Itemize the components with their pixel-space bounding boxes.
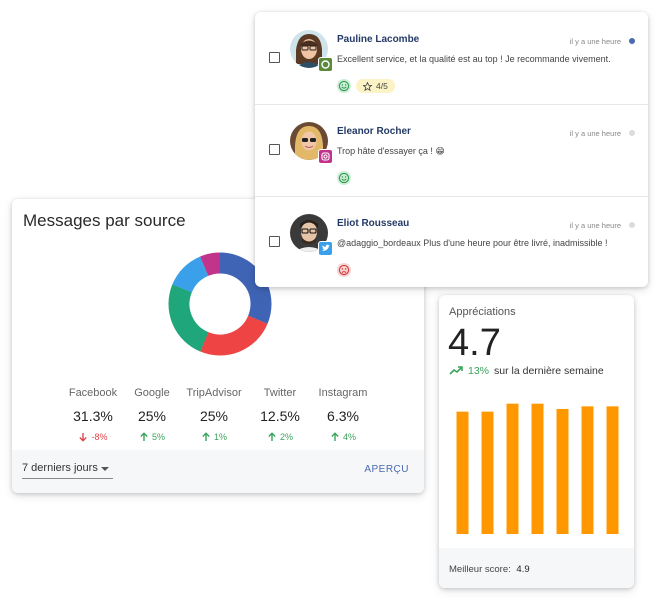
card-footer: 7 derniers jours APERÇU xyxy=(12,450,424,493)
rating-value: 4/5 xyxy=(376,81,388,91)
review-checkbox[interactable] xyxy=(269,52,280,63)
star-icon xyxy=(363,81,372,91)
appreciations-card: Appréciations 4.7 13% sur la dernière se… xyxy=(439,295,634,588)
trend-line: 13% sur la dernière semaine xyxy=(449,365,604,377)
card-footer: Meilleur score: 4.9 xyxy=(439,548,634,588)
trending-up-icon xyxy=(449,366,463,375)
score-bar xyxy=(531,403,544,534)
arrow-up-icon xyxy=(331,432,339,441)
happy-face-icon xyxy=(337,79,351,93)
source-delta-value: -8% xyxy=(91,432,108,442)
source-percent: 6.3% xyxy=(327,408,359,424)
reviewer-name[interactable]: Pauline Lacombe xyxy=(337,34,419,45)
card-title: Appréciations xyxy=(449,306,516,318)
reviewer-name[interactable]: Eliot Rousseau xyxy=(337,218,409,229)
trend-text: sur la dernière semaine xyxy=(494,365,604,377)
review-text: Trop hâte d'essayer ça ! 😁 xyxy=(337,146,445,156)
review-checkbox[interactable] xyxy=(269,236,280,247)
review-item[interactable]: Pauline Lacombe il y a une heure Excelle… xyxy=(255,12,648,105)
source-delta-value: 2% xyxy=(279,432,293,442)
source-stat-instagram: Instagram 6.3% 4% xyxy=(303,387,383,442)
instagram-icon xyxy=(318,149,333,164)
score-bar xyxy=(481,411,494,534)
source-delta-value: 1% xyxy=(213,432,227,442)
score-bar xyxy=(606,406,619,534)
review-time: il y a une heure xyxy=(569,37,621,46)
review-text: @adaggio_bordeaux Plus d'une heure pour … xyxy=(337,238,608,248)
score-bar xyxy=(556,408,569,534)
twitter-icon xyxy=(318,241,333,256)
source-delta-value: 5% xyxy=(151,432,165,442)
period-select[interactable]: 7 derniers jours xyxy=(22,462,113,479)
arrow-up-icon xyxy=(268,432,276,441)
review-time: il y a une heure xyxy=(569,129,621,138)
source-name: Instagram xyxy=(318,387,368,399)
reviewer-name[interactable]: Eleanor Rocher xyxy=(337,126,411,137)
source-delta: 4% xyxy=(303,432,383,442)
period-select-value: 7 derniers jours xyxy=(22,462,98,474)
review-checkbox[interactable] xyxy=(269,144,280,155)
apercu-button[interactable]: APERÇU xyxy=(364,464,409,475)
score-value: 4.7 xyxy=(448,322,501,364)
score-bar xyxy=(581,406,594,534)
review-text: Excellent service, et la qualité est au … xyxy=(337,54,611,64)
read-indicator xyxy=(629,222,635,228)
card-title: Messages par source xyxy=(23,211,186,230)
arrow-up-icon xyxy=(140,432,148,441)
unread-indicator xyxy=(629,38,635,44)
arrow-down-icon xyxy=(79,433,88,442)
best-score-label: Meilleur score: xyxy=(449,564,511,575)
score-bar xyxy=(456,411,469,534)
score-bar xyxy=(506,403,519,534)
chevron-down-icon xyxy=(101,467,109,471)
read-indicator xyxy=(629,130,635,136)
score-bar-chart xyxy=(456,403,619,534)
review-item[interactable]: Eleanor Rocher il y a une heure Trop hât… xyxy=(255,104,648,197)
sad-face-icon xyxy=(337,263,351,277)
review-item[interactable]: Eliot Rousseau il y a une heure @adaggio… xyxy=(255,196,648,287)
best-score: Meilleur score: 4.9 xyxy=(449,564,530,575)
trend-percent: 13% xyxy=(468,365,490,377)
rating-badge: 4/5 xyxy=(356,79,395,93)
google-icon xyxy=(318,57,333,72)
arrow-up-icon xyxy=(202,432,210,441)
best-score-value: 4.9 xyxy=(516,564,530,575)
happy-face-icon xyxy=(337,171,351,185)
source-delta-value: 4% xyxy=(342,432,356,442)
reviews-list-card: Pauline Lacombe il y a une heure Excelle… xyxy=(255,12,648,287)
review-time: il y a une heure xyxy=(569,221,621,230)
